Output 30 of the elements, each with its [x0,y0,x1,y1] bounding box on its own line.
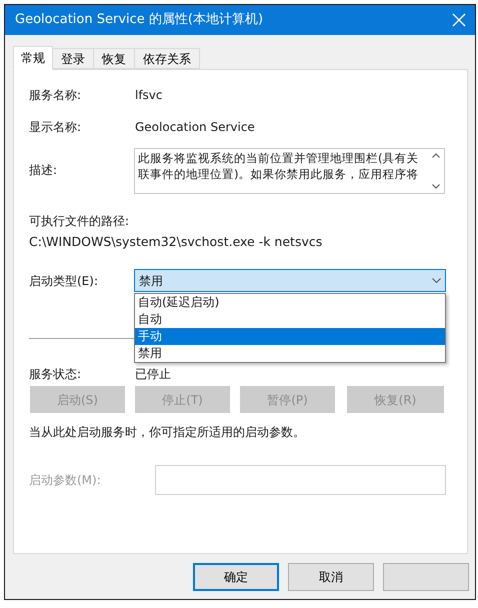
dialog-button[interactable]: 确定 [193,563,279,591]
field-label: 启动参数(M): [29,472,102,489]
dropdown-option[interactable]: 手动 [135,328,445,345]
chevron-down-icon [432,278,441,283]
field-label: 服务名称: [29,87,82,104]
dropdown-option[interactable]: 自动 [135,311,445,328]
dropdown-option[interactable]: 禁用 [135,345,445,362]
field-label: 可执行文件的路径: [29,213,130,230]
scroll-down-icon[interactable] [432,184,440,189]
tab[interactable]: 恢复 [94,48,135,69]
start-parameters-field[interactable] [155,465,446,495]
scroll-up-icon[interactable] [432,153,440,158]
dropdown-option[interactable]: 自动(延迟启动) [135,294,445,311]
field-value: 已停止 [135,366,171,383]
tab[interactable]: 依存关系 [135,48,200,69]
hint-text: 当从此处启动服务时，你可指定所适用的启动参数。 [29,424,305,441]
description-text: 此服务将监视系统的当前位置并管理地理围栏(具有关联事件的地理位置)。如果你禁用此服务，应用程序将 [137,150,420,183]
field-value: lfsvc [135,87,163,104]
field-label: 描述: [29,162,58,179]
field-value: Geolocation Service [135,119,255,136]
field-label: 显示名称: [29,119,82,136]
field-label: 服务状态: [29,366,82,383]
startup-type-dropdown[interactable]: 禁用 [134,269,446,292]
close-icon[interactable] [451,12,467,28]
dialog-button[interactable]: 取消 [288,563,374,591]
tab[interactable]: 登录 [53,48,94,69]
tab[interactable]: 常规 [13,46,53,70]
window-title: Geolocation Service 的属性(本地计算机) [15,11,264,30]
path-text: C:\WINDOWS\system32\svchost.exe -k netsvcs [29,233,322,251]
field-label: 启动类型(E): [29,272,99,290]
